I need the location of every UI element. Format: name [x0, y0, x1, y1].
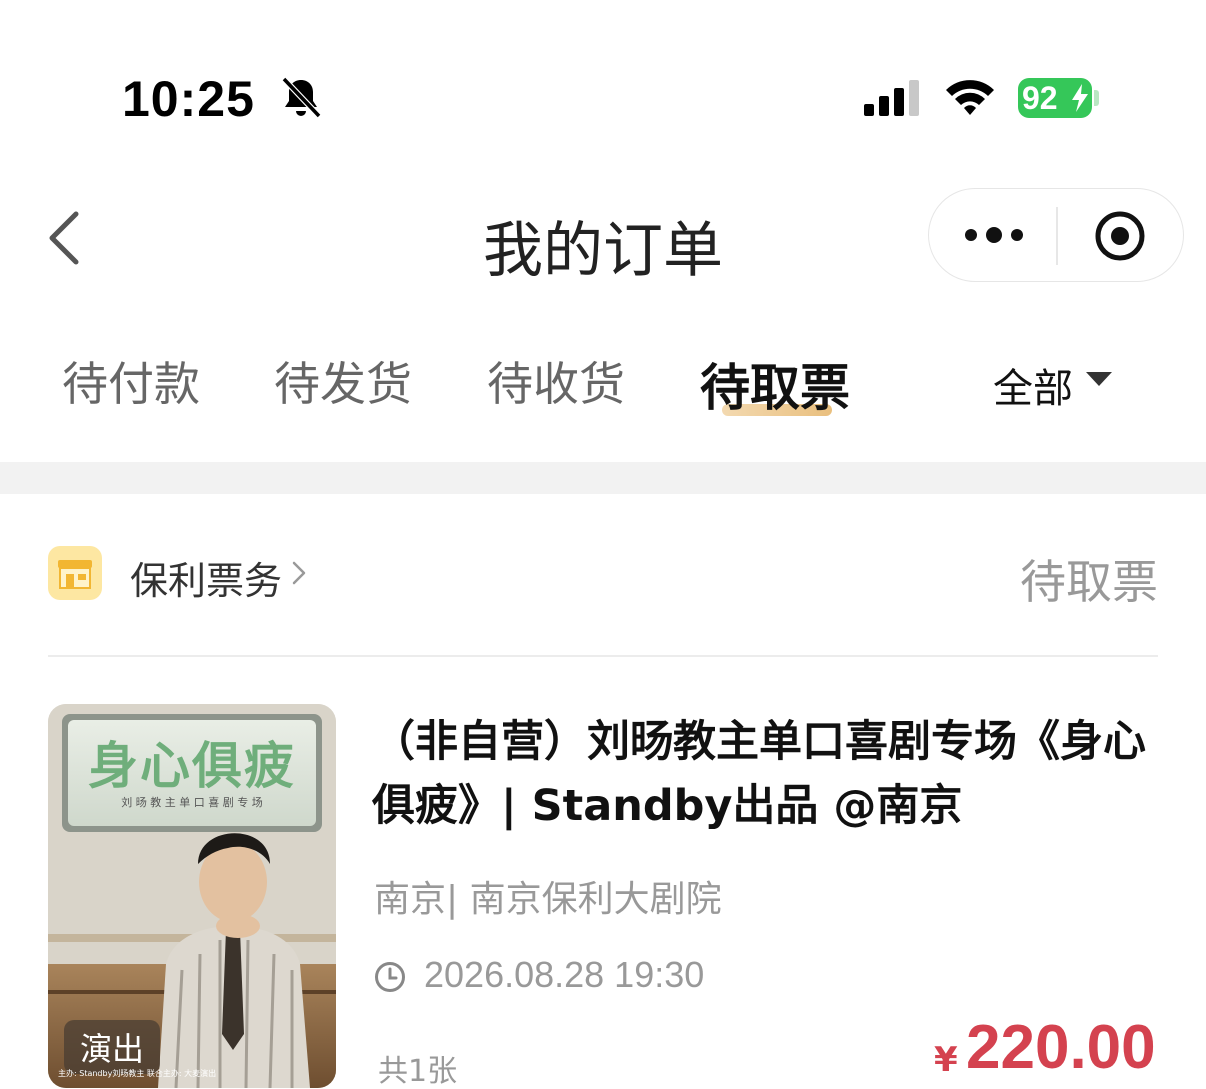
poster-category-tag: 演出: [64, 1020, 161, 1074]
show-datetime: 2026.08.28 19:30: [424, 954, 705, 995]
shop-icon[interactable]: [48, 546, 102, 600]
order-status: 待取票: [1020, 555, 1158, 609]
section-separator: [0, 462, 1206, 494]
tab-pending-shipment[interactable]: 待发货: [274, 348, 412, 414]
mini-program-capsule: [928, 188, 1184, 282]
more-dots-icon[interactable]: [959, 215, 1029, 255]
battery-indicator: 92: [1018, 78, 1092, 118]
storefront-icon: [58, 560, 92, 589]
card-divider: [48, 655, 1158, 657]
status-bar: 10:25 92: [0, 0, 1206, 170]
order-list-page: 10:25 92 我的订单 待付款 待发货 待收货 待取票 全部 保利票务 待取…: [0, 0, 1206, 1089]
tab-pending-receipt[interactable]: 待收货: [487, 348, 625, 414]
tab-pending-ticket-pickup[interactable]: 待取票: [700, 348, 850, 420]
caret-down-icon[interactable]: [1086, 372, 1112, 388]
bell-slash-icon: [281, 76, 322, 119]
product-title[interactable]: （非自营）刘旸教主单口喜剧专场《身心俱疲》| Standby出品 @南京: [372, 710, 1152, 838]
poster-subtitle: 刘 旸 教 主 单 口 喜 剧 专 场: [121, 796, 263, 809]
chevron-right-icon[interactable]: [290, 560, 308, 586]
ticket-quantity: 共1张: [378, 1054, 458, 1089]
price-currency: ¥: [934, 1040, 958, 1080]
capsule-divider: [1056, 207, 1058, 265]
cellular-signal-icon: [864, 80, 919, 116]
filter-all-dropdown[interactable]: 全部: [993, 356, 1073, 414]
venue-text: 南京| 南京保利大剧院: [374, 879, 722, 920]
battery-level: 92: [1022, 80, 1058, 116]
wifi-icon: [946, 80, 994, 115]
poster-title: 身心俱疲: [88, 737, 296, 795]
poster-credits: 主办: Standby刘旸教主 联合主办: 大麦演出: [58, 1069, 217, 1078]
status-time: 10:25: [122, 71, 255, 127]
tab-pending-payment[interactable]: 待付款: [62, 348, 200, 414]
event-poster-image[interactable]: 身心俱疲 刘 旸 教 主 单 口 喜 剧 专 场 演出 主办: Standby刘…: [48, 704, 336, 1088]
target-circle-icon[interactable]: [1093, 209, 1147, 263]
shop-name[interactable]: 保利票务: [130, 550, 282, 605]
order-price: 220.00: [966, 1013, 1156, 1082]
battery-tip: [1094, 90, 1099, 106]
battery-charging-icon: [1072, 84, 1088, 112]
clock-icon: [375, 962, 405, 992]
